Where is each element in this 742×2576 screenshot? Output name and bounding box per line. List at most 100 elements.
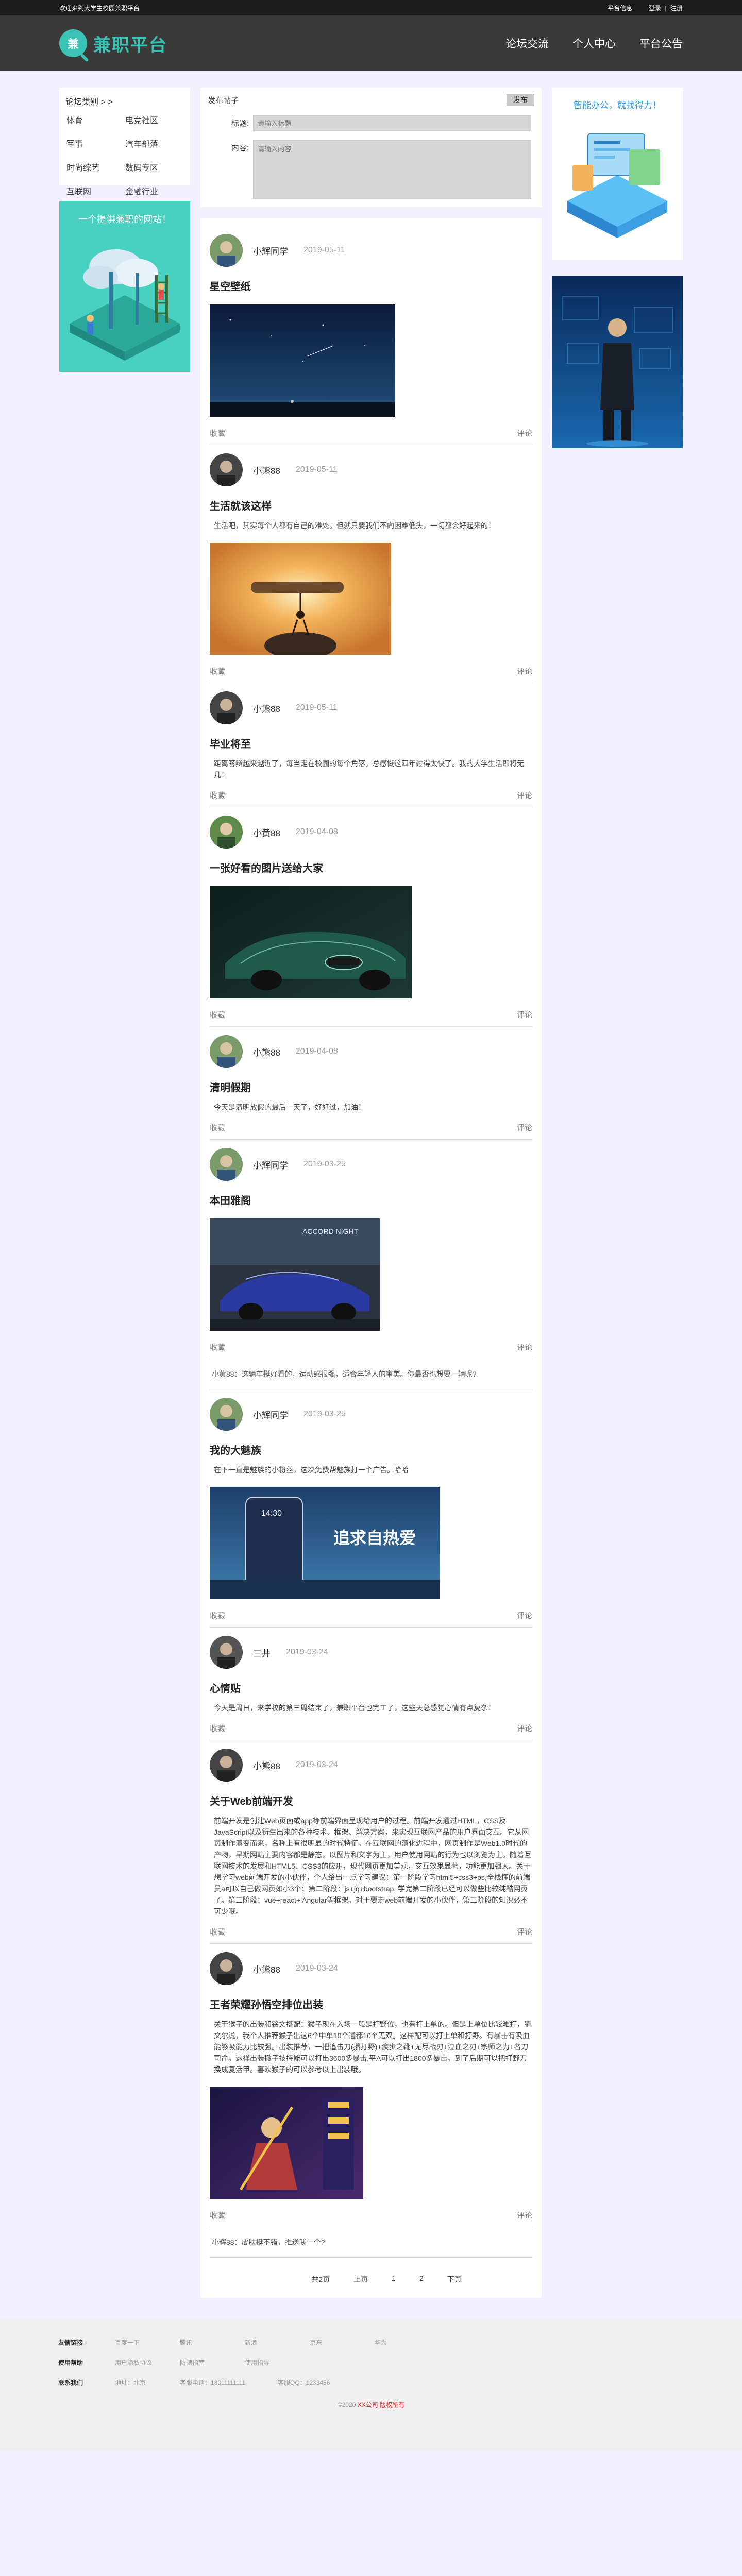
post-title-input[interactable] (253, 115, 531, 131)
comment-link[interactable]: 评论 (517, 2210, 532, 2221)
category-item[interactable]: 数码专区 (125, 161, 184, 173)
post-title[interactable]: 毕业将至 (210, 736, 532, 751)
site-logo[interactable]: 兼 兼职平台 (59, 29, 167, 57)
comment-link[interactable]: 评论 (517, 1342, 532, 1352)
promo-banner[interactable]: 一个提供兼职的网站！ (59, 201, 190, 372)
post-title[interactable]: 生活就该这样 (210, 498, 532, 513)
favorite-link[interactable]: 收藏 (210, 428, 225, 438)
footer-link[interactable]: 华为 (375, 2338, 440, 2347)
avatar[interactable] (210, 1952, 243, 1985)
footer-link[interactable]: 京东 (310, 2338, 375, 2347)
category-item[interactable]: 电竞社区 (125, 113, 184, 126)
favorite-link[interactable]: 收藏 (210, 1122, 225, 1133)
nav-announcements[interactable]: 平台公告 (639, 36, 683, 51)
footer-heading: 使用帮助 (58, 2359, 83, 2366)
author-name[interactable]: 小熊88 (253, 1045, 280, 1058)
category-item[interactable]: 体育 (66, 113, 125, 126)
favorite-link[interactable]: 收藏 (210, 790, 225, 801)
avatar[interactable] (210, 1398, 243, 1431)
author-name[interactable]: 小熊88 (253, 1962, 280, 1975)
post-image[interactable] (210, 886, 532, 1000)
post-image[interactable]: ACCORD NIGHT (210, 1218, 532, 1332)
comment-link[interactable]: 评论 (517, 1610, 532, 1621)
footer-link[interactable]: 使用指导 (245, 2358, 310, 2367)
post-image[interactable] (210, 2087, 532, 2200)
login-link[interactable]: 登录 (649, 5, 661, 12)
comment-link[interactable]: 评论 (517, 1723, 532, 1734)
office-ad-banner[interactable]: 智能办公，就找得力！ (552, 88, 683, 260)
cloud-ladder-illustration (70, 249, 180, 361)
avatar[interactable] (210, 1749, 243, 1782)
footer-link[interactable]: 百度一下 (115, 2338, 180, 2347)
category-item[interactable]: 金融行业 (125, 184, 184, 197)
post-title[interactable]: 关于Web前端开发 (210, 1793, 532, 1808)
comment-link[interactable]: 评论 (517, 428, 532, 438)
favorite-link[interactable]: 收藏 (210, 2210, 225, 2221)
category-item[interactable]: 时尚综艺 (66, 161, 125, 173)
category-item[interactable]: 汽车部落 (125, 137, 184, 149)
post-author: 小熊88 2019-05-11 (210, 691, 532, 724)
author-name[interactable]: 小熊88 (253, 464, 280, 477)
prev-page-link[interactable]: 上页 (353, 2274, 368, 2284)
comment-link[interactable]: 评论 (517, 666, 532, 676)
auth-separator: | (665, 4, 667, 12)
nav-personal-center[interactable]: 个人中心 (572, 36, 616, 51)
post-item: 小辉同学 2019-03-25 我的大魅族 在下一直是魅族的小粉丝，这次免费帮魅… (210, 1398, 532, 1628)
avatar[interactable] (210, 1148, 243, 1181)
avatar[interactable] (210, 1636, 243, 1669)
favorite-link[interactable]: 收藏 (210, 1009, 225, 1020)
author-name[interactable]: 小辉同学 (253, 1408, 288, 1421)
next-page-link[interactable]: 下页 (447, 2274, 462, 2284)
post-title[interactable]: 我的大魅族 (210, 1442, 532, 1457)
favorite-link[interactable]: 收藏 (210, 1342, 225, 1352)
post-date: 2019-03-24 (295, 1964, 338, 1973)
post-image[interactable] (210, 543, 532, 659)
author-name[interactable]: 小熊88 (253, 702, 280, 715)
post-image[interactable]: 14:30 追求自热爱 (210, 1487, 532, 1601)
category-item[interactable]: 互联网 (66, 184, 125, 197)
avatar[interactable] (210, 453, 243, 486)
author-name[interactable]: 小辉同学 (253, 244, 288, 257)
favorite-link[interactable]: 收藏 (210, 1610, 225, 1621)
page-1-link[interactable]: 1 (392, 2274, 396, 2284)
post-date: 2019-04-08 (295, 827, 338, 836)
avatar[interactable] (210, 1035, 243, 1068)
author-name[interactable]: 小辉同学 (253, 1158, 288, 1171)
post-title[interactable]: 王者荣耀孙悟空排位出装 (210, 1996, 532, 2011)
footer-link[interactable]: 用户隐私协议 (115, 2358, 180, 2367)
comment-link[interactable]: 评论 (517, 1009, 532, 1020)
comment-link[interactable]: 评论 (517, 1926, 532, 1937)
post-author: 小辉同学 2019-05-11 (210, 234, 532, 267)
favorite-link[interactable]: 收藏 (210, 1723, 225, 1734)
avatar[interactable] (210, 234, 243, 267)
business-ad-banner[interactable] (552, 276, 683, 448)
comment-link[interactable]: 评论 (517, 1122, 532, 1133)
register-link[interactable]: 注册 (670, 5, 683, 12)
author-name[interactable]: 小熊88 (253, 1759, 280, 1772)
post-image[interactable] (210, 304, 532, 418)
page-2-link[interactable]: 2 (419, 2274, 424, 2284)
post-content-input[interactable] (253, 140, 531, 199)
platform-info-link[interactable]: 平台信息 (608, 4, 632, 12)
post-title[interactable]: 一张好看的图片送给大家 (210, 860, 532, 875)
post-title[interactable]: 本田雅阁 (210, 1192, 532, 1207)
favorite-link[interactable]: 收藏 (210, 666, 225, 676)
author-name[interactable]: 小黄88 (253, 826, 280, 839)
post-title[interactable]: 心情贴 (210, 1680, 532, 1695)
post-author: 小辉同学 2019-03-25 (210, 1148, 532, 1181)
category-item[interactable]: 军事 (66, 137, 125, 149)
footer-link[interactable]: 新浪 (245, 2338, 310, 2347)
publish-button[interactable]: 发布 (507, 94, 534, 106)
post-item: 小熊88 2019-03-24 王者荣耀孙悟空排位出装 关于猴子的出装和铭文搭配… (210, 1952, 532, 2227)
nav-forum[interactable]: 论坛交流 (505, 36, 549, 51)
post-title[interactable]: 清明假期 (210, 1079, 532, 1094)
footer-link[interactable]: 防骗指南 (180, 2358, 245, 2367)
comment-link[interactable]: 评论 (517, 790, 532, 801)
avatar[interactable] (210, 691, 243, 724)
post-title[interactable]: 星空壁纸 (210, 278, 532, 293)
avatar[interactable] (210, 816, 243, 849)
footer-link[interactable]: 腾讯 (180, 2338, 245, 2347)
author-name[interactable]: 三井 (253, 1646, 271, 1659)
favorite-link[interactable]: 收藏 (210, 1926, 225, 1937)
post-body: 今天是清明放假的最后一天了，好好过，加油！ (214, 1103, 365, 1111)
